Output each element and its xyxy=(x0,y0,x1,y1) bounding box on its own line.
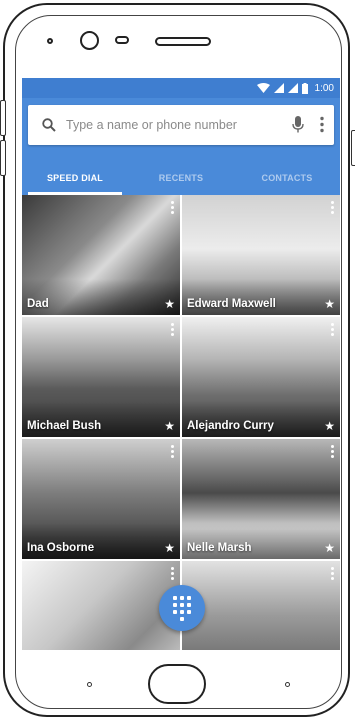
power-button xyxy=(351,130,355,166)
tab-label: CONTACTS xyxy=(261,173,313,183)
earpiece-speaker xyxy=(155,37,211,46)
contact-tile[interactable]: Michael Bush ★ xyxy=(22,317,180,437)
home-button[interactable] xyxy=(148,664,206,704)
more-vert-icon[interactable] xyxy=(331,201,334,216)
star-icon[interactable]: ★ xyxy=(324,419,335,433)
status-bar: 1:00 xyxy=(22,78,340,98)
star-icon[interactable]: ★ xyxy=(324,297,335,311)
battery-icon xyxy=(301,82,308,94)
star-icon[interactable]: ★ xyxy=(324,541,335,555)
signal-icon xyxy=(273,83,284,93)
contact-tile[interactable]: Edward Maxwell ★ xyxy=(182,195,340,315)
contact-tile[interactable]: Dad ★ xyxy=(22,195,180,315)
more-vert-icon[interactable] xyxy=(331,445,334,460)
more-vert-icon[interactable] xyxy=(171,567,174,582)
screen: 1:00 SPEED DIAL RECENTS CONTACTS Dad ★ xyxy=(22,78,340,650)
dialpad-fab[interactable] xyxy=(159,585,205,631)
contact-tile[interactable]: Alejandro Curry ★ xyxy=(182,317,340,437)
contact-name: Ina Osborne xyxy=(27,542,95,554)
tab-bar: SPEED DIAL RECENTS CONTACTS xyxy=(22,161,340,195)
tab-recents[interactable]: RECENTS xyxy=(128,161,234,195)
signal-2-icon xyxy=(287,83,298,93)
app-bar: SPEED DIAL RECENTS CONTACTS xyxy=(22,98,340,195)
more-vert-icon[interactable] xyxy=(331,323,334,338)
back-button[interactable] xyxy=(87,682,92,687)
sensor-icon xyxy=(47,38,53,44)
star-icon[interactable]: ★ xyxy=(164,541,175,555)
volume-button xyxy=(0,100,6,136)
search-icon[interactable] xyxy=(32,105,66,145)
more-vert-icon[interactable] xyxy=(320,116,324,138)
contact-name: Michael Bush xyxy=(27,420,102,432)
contact-tile[interactable]: Nelle Marsh ★ xyxy=(182,439,340,559)
speed-dial-grid: Dad ★ Edward Maxwell ★ Michael Bush ★ Al… xyxy=(22,195,340,650)
search-bar[interactable] xyxy=(28,105,334,145)
tab-contacts[interactable]: CONTACTS xyxy=(234,161,340,195)
volume-button-2 xyxy=(0,140,6,176)
more-vert-icon[interactable] xyxy=(171,201,174,216)
front-camera-icon xyxy=(80,31,99,50)
more-vert-icon[interactable] xyxy=(171,445,174,460)
contact-name: Edward Maxwell xyxy=(187,298,276,310)
proximity-sensor-icon xyxy=(115,36,129,44)
star-icon[interactable]: ★ xyxy=(164,419,175,433)
more-vert-icon[interactable] xyxy=(331,567,334,582)
more-vert-icon[interactable] xyxy=(171,323,174,338)
recents-button[interactable] xyxy=(285,682,290,687)
dialpad-icon xyxy=(173,595,191,621)
status-time: 1:00 xyxy=(314,82,334,94)
tab-label: RECENTS xyxy=(158,173,204,183)
star-icon[interactable]: ★ xyxy=(164,297,175,311)
contact-name: Alejandro Curry xyxy=(187,420,274,432)
search-input[interactable] xyxy=(66,118,266,132)
mic-icon[interactable] xyxy=(292,116,304,138)
wifi-icon xyxy=(256,83,270,93)
contact-tile[interactable] xyxy=(182,561,340,650)
contact-tile[interactable]: Ina Osborne ★ xyxy=(22,439,180,559)
contact-tile[interactable] xyxy=(22,561,180,650)
contact-name: Dad xyxy=(27,298,49,310)
tab-speed-dial[interactable]: SPEED DIAL xyxy=(22,161,128,195)
contact-name: Nelle Marsh xyxy=(187,542,252,554)
tab-label: SPEED DIAL xyxy=(46,173,103,183)
